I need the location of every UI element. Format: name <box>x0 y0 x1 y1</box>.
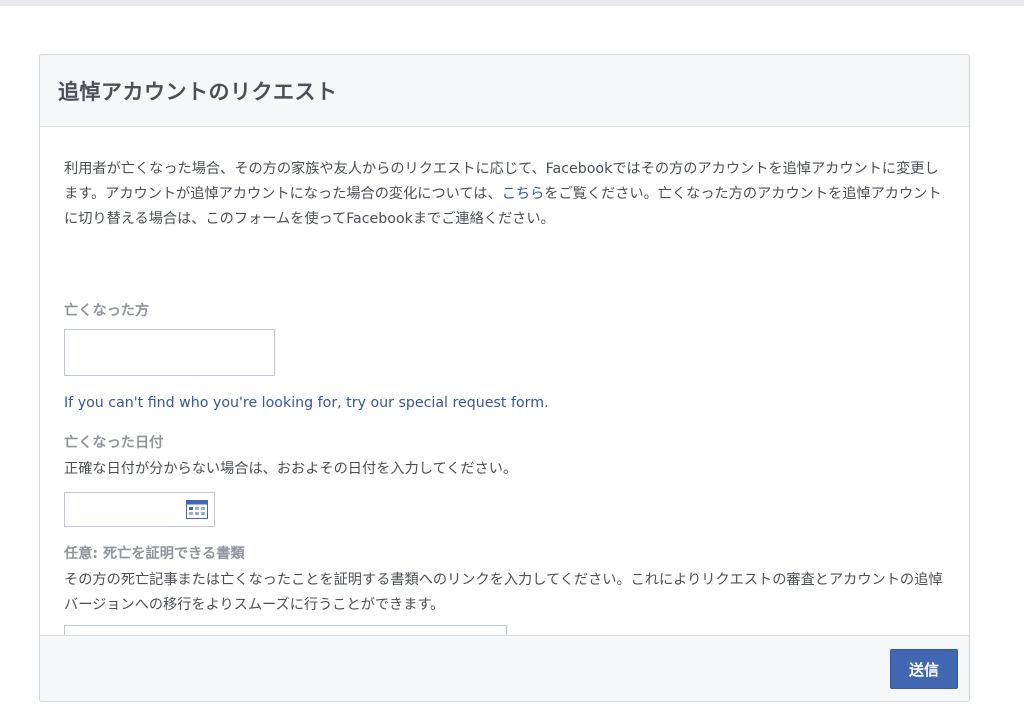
date-of-death-input[interactable] <box>65 493 180 526</box>
intro-text: 利用者が亡くなった場合、その方の家族や友人からのリクエストに応じて、Facebo… <box>64 157 944 232</box>
date-of-death-label: 亡くなった日付 <box>64 435 164 451</box>
page-title: 追悼アカウントのリクエスト <box>58 80 338 104</box>
calendar-icon[interactable] <box>186 500 208 519</box>
memorialization-request-panel: 追悼アカウントのリクエスト 利用者が亡くなった場合、その方の家族や友人からのリク… <box>39 54 970 702</box>
deceased-label: 亡くなった方 <box>64 303 150 319</box>
proof-label: 任意: 死亡を証明できる書類 <box>64 546 245 562</box>
panel-footer: 送信 <box>40 635 969 701</box>
special-request-link[interactable]: If you can't find who you're looking for… <box>64 395 549 411</box>
date-of-death-hint: 正確な日付が分からない場合は、おおよその日付を入力してください。 <box>64 461 518 477</box>
proof-hint: その方の死亡記事または亡くなったことを証明する書類へのリンクを入力してください。… <box>64 572 943 613</box>
info-link[interactable]: こちら <box>502 186 545 202</box>
panel-header: 追悼アカウントのリクエスト <box>40 55 969 127</box>
date-of-death-field <box>64 492 215 527</box>
deceased-name-input[interactable] <box>64 329 275 376</box>
submit-button[interactable]: 送信 <box>890 649 958 689</box>
page: 追悼アカウントのリクエスト 利用者が亡くなった場合、その方の家族や友人からのリク… <box>0 6 1024 720</box>
